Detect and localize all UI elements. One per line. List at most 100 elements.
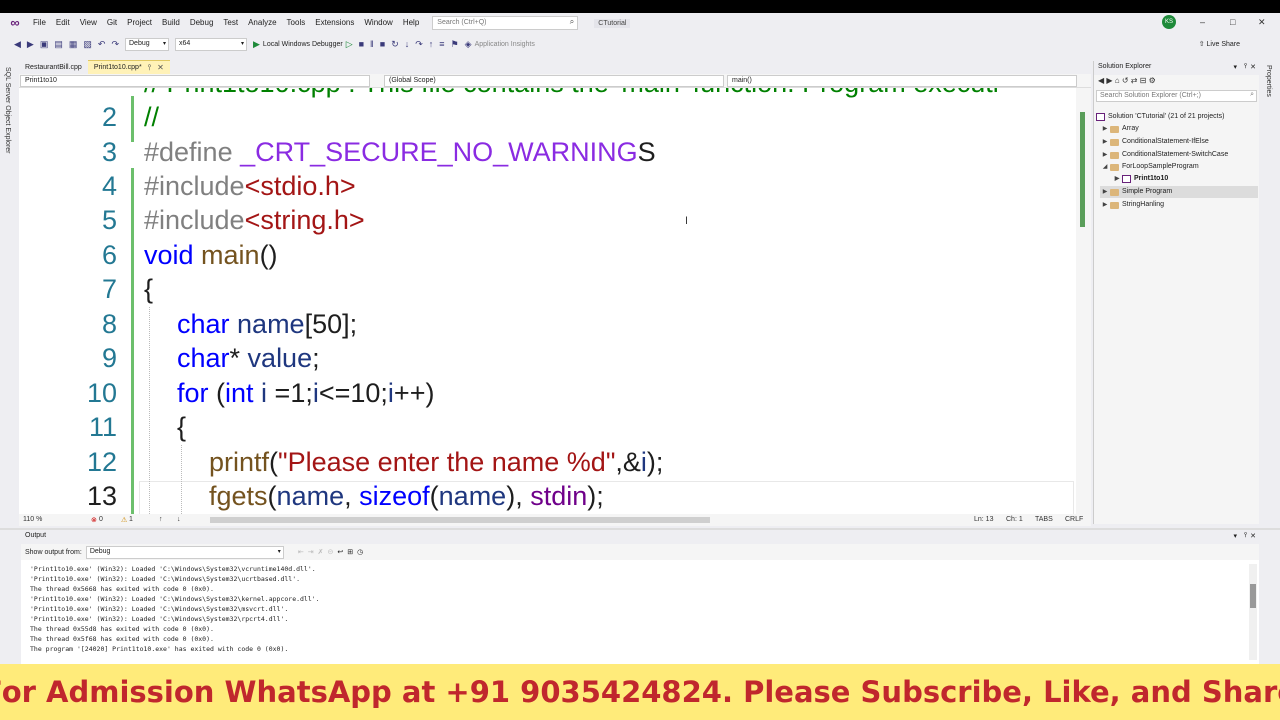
run-debugger-button[interactable]: Local Windows Debugger xyxy=(263,41,343,48)
tree-item-switchcase[interactable]: ▶ ConditionalStatement-SwitchCase xyxy=(1100,149,1228,161)
save-all-icon[interactable]: ▧ xyxy=(83,39,92,50)
clock-icon[interactable]: ◷ xyxy=(357,548,363,556)
down-arrow-icon[interactable]: ↓ xyxy=(177,516,181,523)
tree-item-ifelse[interactable]: ▶ ConditionalStatement-IfElse xyxy=(1100,136,1209,148)
menu-debug[interactable]: Debug xyxy=(185,13,219,33)
tab-pin-icon[interactable]: ⫯ xyxy=(148,63,151,73)
up-arrow-icon[interactable]: ↑ xyxy=(159,516,163,523)
home-icon[interactable]: ⌂ xyxy=(1115,76,1120,85)
collapse-icon[interactable]: ◢ xyxy=(1100,161,1110,173)
start-without-debug-icon[interactable]: ▷ xyxy=(346,39,353,50)
maximize-icon[interactable]: □ xyxy=(1230,17,1235,27)
run-icon[interactable]: ▶ xyxy=(253,39,260,50)
tree-item-print1to10[interactable]: ▶ Print1to10 xyxy=(1112,173,1168,185)
menu-project[interactable]: Project xyxy=(122,13,157,33)
comment-icon[interactable]: ≡ xyxy=(439,39,444,49)
dropdown-icon[interactable]: ▾ xyxy=(1233,63,1237,71)
forward-icon[interactable]: ▶ xyxy=(27,39,34,50)
breakpoint-icon[interactable]: ■ xyxy=(359,39,364,49)
solution-node[interactable]: Solution 'CTutorial' (21 of 21 projects) xyxy=(1096,111,1224,123)
editor-vertical-scrollbar[interactable] xyxy=(1076,88,1091,514)
open-icon[interactable]: ▤ xyxy=(54,39,63,50)
collapse-icon[interactable]: ⊟ xyxy=(1140,76,1147,85)
menu-tools[interactable]: Tools xyxy=(282,13,311,33)
bookmark-icon[interactable]: ⚑ xyxy=(451,39,459,50)
properties-tab[interactable]: Properties xyxy=(1265,65,1272,97)
code-editor[interactable]: 2 3 4 5 6 7 8 9 10 11 12 13 // Print1to1… xyxy=(19,88,1091,514)
eol-indicator[interactable]: CRLF xyxy=(1065,516,1083,523)
menu-view[interactable]: View xyxy=(75,13,102,33)
tab-close-icon[interactable]: ✕ xyxy=(157,63,164,72)
tree-item-simple-program[interactable]: ▶ Simple Program xyxy=(1100,186,1258,198)
editor-horizontal-scrollbar[interactable] xyxy=(210,517,710,523)
close-panel-icon[interactable]: ✕ xyxy=(1250,63,1256,71)
dropdown-icon[interactable]: ▾ xyxy=(1233,532,1237,540)
search-input[interactable]: Search (Ctrl+Q) ⌕ xyxy=(432,16,579,30)
error-icon[interactable]: ⊗ xyxy=(91,516,97,524)
menu-build[interactable]: Build xyxy=(157,13,185,33)
scope-dropdown[interactable]: (Global Scope) xyxy=(384,75,724,87)
undo-icon[interactable]: ↶ xyxy=(98,39,106,50)
menu-extensions[interactable]: Extensions xyxy=(310,13,359,33)
word-wrap-icon[interactable]: ↩ xyxy=(337,548,343,556)
expand-icon[interactable]: ▶ xyxy=(1112,173,1122,185)
pin-icon[interactable]: ⫯ xyxy=(1244,532,1247,540)
avatar[interactable]: KS xyxy=(1162,15,1176,29)
platform-dropdown[interactable]: x64 ▾ xyxy=(175,37,247,51)
history-icon[interactable]: ↺ xyxy=(1122,76,1129,85)
pin-icon[interactable]: ⫯ xyxy=(1244,63,1247,71)
redo-icon[interactable]: ↷ xyxy=(111,39,119,50)
close-panel-icon[interactable]: ✕ xyxy=(1250,532,1256,540)
output-source-dropdown[interactable]: Debug ▾ xyxy=(85,545,284,559)
live-share-button[interactable]: ⇧ Live Share xyxy=(1199,40,1240,48)
zoom-level[interactable]: 110 % xyxy=(23,516,42,523)
save-icon[interactable]: ▦ xyxy=(69,39,78,50)
menu-test[interactable]: Test xyxy=(218,13,243,33)
minimize-icon[interactable]: – xyxy=(1200,17,1205,27)
stop-icon[interactable]: ■ xyxy=(380,39,385,49)
menu-window[interactable]: Window xyxy=(359,13,397,33)
expand-icon[interactable]: ▶ xyxy=(1100,123,1110,135)
step-into-icon[interactable]: ↓ xyxy=(405,39,410,49)
application-insights[interactable]: Application Insights xyxy=(475,41,535,48)
sql-server-object-explorer-tab[interactable]: SQL Server Object Explorer xyxy=(4,67,11,154)
expand-icon[interactable]: ▶ xyxy=(1100,199,1110,211)
tree-item-array[interactable]: ▶ Array xyxy=(1100,123,1139,135)
output-scrollbar[interactable] xyxy=(1249,564,1257,660)
step-out-icon[interactable]: ↑ xyxy=(429,39,434,49)
step-over-icon[interactable]: ↷ xyxy=(415,39,423,50)
insights-icon[interactable]: ◈ xyxy=(465,39,472,50)
solution-search-input[interactable]: Search Solution Explorer (Ctrl+;) ⌕ xyxy=(1096,90,1257,102)
project-dropdown[interactable]: Print1to10 xyxy=(20,75,370,87)
config-dropdown[interactable]: Debug ▾ xyxy=(125,37,169,51)
expand-icon[interactable]: ▶ xyxy=(1100,186,1110,198)
back-icon[interactable]: ◀ xyxy=(1098,76,1104,85)
expand-icon[interactable]: ▶ xyxy=(1100,136,1110,148)
menu-git[interactable]: Git xyxy=(102,13,122,33)
tree-item-forloop[interactable]: ◢ ForLoopSampleProgram xyxy=(1100,161,1199,173)
settings-icon[interactable]: ⚙ xyxy=(1149,76,1156,85)
menu-file[interactable]: File xyxy=(28,13,51,33)
back-icon[interactable]: ◀ xyxy=(14,39,21,50)
menu-edit[interactable]: Edit xyxy=(51,13,75,33)
tab-restaurant-bill[interactable]: RestaurantBill.cpp xyxy=(19,60,88,74)
pause-icon[interactable]: ‖ xyxy=(370,39,374,49)
menu-analyze[interactable]: Analyze xyxy=(243,13,281,33)
goto-prev-icon[interactable]: ⇤ xyxy=(298,548,304,556)
warning-icon[interactable]: ⚠ xyxy=(121,516,127,524)
new-item-icon[interactable]: ▣ xyxy=(40,39,49,50)
clear-all-icon[interactable]: ✗ xyxy=(318,548,324,556)
expand-icon[interactable]: ▶ xyxy=(1100,149,1110,161)
sync-icon[interactable]: ⇄ xyxy=(1131,76,1138,85)
forward-icon[interactable]: ▶ xyxy=(1106,76,1112,85)
tabs-indicator[interactable]: TABS xyxy=(1035,516,1053,523)
scroll-thumb[interactable] xyxy=(1250,584,1256,608)
clear-icon[interactable]: ⊝ xyxy=(327,548,333,556)
goto-next-icon[interactable]: ⇥ xyxy=(308,548,314,556)
close-icon[interactable]: ✕ xyxy=(1258,17,1266,28)
member-dropdown[interactable]: main() xyxy=(727,75,1077,87)
toggle-wrap-icon[interactable]: ⊞ xyxy=(347,548,353,556)
scroll-thumb[interactable] xyxy=(1080,112,1085,227)
tab-print1to10[interactable]: Print1to10.cpp* ⫯ ✕ xyxy=(87,60,170,74)
menu-help[interactable]: Help xyxy=(398,13,424,33)
